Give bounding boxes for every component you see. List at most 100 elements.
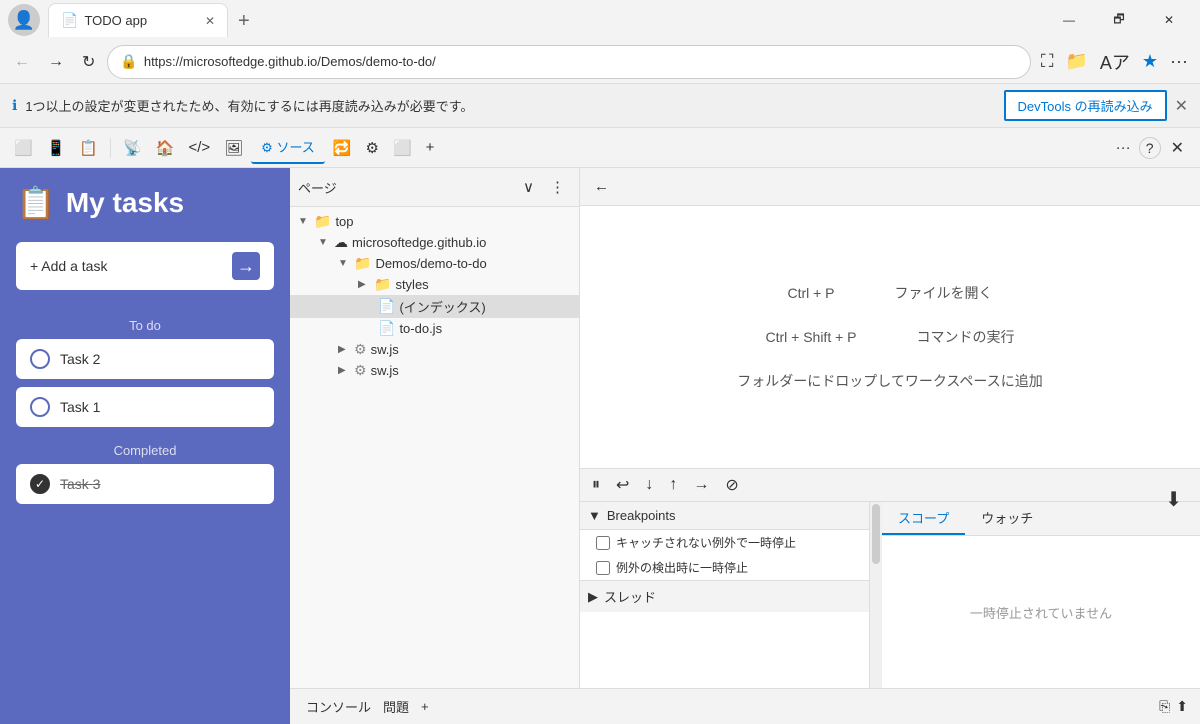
todo-section-completed: Completed <box>16 443 274 458</box>
dt-performance-icon[interactable]: 🔁 <box>327 135 358 161</box>
forward-button[interactable]: → <box>42 49 70 75</box>
read-aloud-icon[interactable]: Aア <box>1096 45 1134 79</box>
tree-item-index[interactable]: 📄 (インデックス) <box>290 295 579 318</box>
devtools-reload-button[interactable]: DevTools の再読み込み <box>1004 90 1167 121</box>
maximize-button[interactable]: 🗗 <box>1096 4 1142 36</box>
scope-tab-scope[interactable]: スコープ <box>882 502 965 535</box>
minimize-button[interactable]: — <box>1046 4 1092 36</box>
bp-item-1: キャッチされない例外で一時停止 <box>580 530 869 555</box>
file-icon-sw1: ⚙ <box>354 341 367 358</box>
tree-label-styles: styles <box>395 277 428 292</box>
add-task-row[interactable]: + Add a task → <box>16 242 274 290</box>
add-task-button[interactable]: → <box>232 252 260 280</box>
notification-bar: ℹ 1つ以上の設定が変更されたため、有効にするには再度読み込みが必要です。 De… <box>0 84 1200 128</box>
todo-sidebar: 📋 My tasks + Add a task → To do Task 2 T… <box>0 168 290 724</box>
task-item-task3[interactable]: ✓ Task 3 <box>16 464 274 504</box>
folder-icon-top: 📁 <box>314 213 331 230</box>
dt-browser-icon[interactable]: ⬜ <box>387 135 418 161</box>
threads-header[interactable]: ▶ スレッド <box>580 581 869 612</box>
task-checkbox-task3[interactable]: ✓ <box>30 474 50 494</box>
tab-bar: 📄 TODO app ✕ + <box>48 3 1038 37</box>
console-tab-issues[interactable]: 問題 <box>379 695 413 718</box>
file-icon-sw2: ⚙ <box>354 362 367 379</box>
task-item-task1[interactable]: Task 1 <box>16 387 274 427</box>
debug-deactivate-btn[interactable]: ⊘ <box>721 473 742 497</box>
tree-item-todo-js[interactable]: 📄 to-do.js <box>290 318 579 339</box>
profile-avatar[interactable]: 👤 <box>8 4 40 36</box>
file-panel-dropdown[interactable]: ∨ <box>517 174 540 200</box>
console-tab-add[interactable]: + <box>417 697 433 716</box>
debug-step-over-btn[interactable]: ↩ <box>612 473 633 497</box>
tree-arrow-top: ▼ <box>298 216 310 227</box>
devtools-toolbar: ⬜ 📱 📋 📡 🏠 </> 🖼 ⚙ ソース 🔁 ⚙ ⬜ + ··· ? ✕ <box>0 128 1200 168</box>
scrollbar-thumb[interactable] <box>872 504 880 564</box>
dt-more-button[interactable]: ··· <box>1110 135 1137 160</box>
debug-step-btn[interactable]: → <box>689 474 713 496</box>
dt-elements-icon[interactable]: </> <box>182 135 216 160</box>
breakpoints-panel: ▼ Breakpoints キャッチされない例外で一時停止 例外の検出時に一時停… <box>580 502 870 688</box>
bp-checkbox-1[interactable] <box>596 536 610 550</box>
shortcut-row-1: Ctrl + P ファイルを開く <box>620 283 1160 303</box>
tree-item-sw2[interactable]: ▶ ⚙ sw.js <box>290 360 579 381</box>
tree-item-demos[interactable]: ▼ 📁 Demos/demo-to-do <box>290 253 579 274</box>
dt-network-icon[interactable]: 📡 <box>117 135 148 161</box>
back-button[interactable]: ← <box>8 49 36 75</box>
tree-item-sw1[interactable]: ▶ ⚙ sw.js <box>290 339 579 360</box>
dt-settings-icon[interactable]: ⚙ <box>359 135 384 161</box>
todo-header: 📋 My tasks <box>16 184 274 222</box>
bp-checkbox-2[interactable] <box>596 561 610 575</box>
task-checkbox-task2[interactable] <box>30 349 50 369</box>
dt-device-button[interactable]: 📱 <box>41 135 72 161</box>
more-icon[interactable]: ··· <box>1166 45 1192 79</box>
breakpoints-section-header[interactable]: ▼ Breakpoints <box>580 502 869 530</box>
browser-tab-todo[interactable]: 📄 TODO app ✕ <box>48 3 228 37</box>
close-button[interactable]: ✕ <box>1146 4 1192 36</box>
debugger-main: ▼ Breakpoints キャッチされない例外で一時停止 例外の検出時に一時停… <box>580 502 1200 688</box>
dt-close-button[interactable]: ✕ <box>1163 134 1192 162</box>
dt-tab-sources[interactable]: ⚙ ソース <box>251 131 325 164</box>
debugger-bottom: ⏸ ↩ ↓ ↑ → ⊘ ▼ Breakpoints <box>580 468 1200 688</box>
address-bar[interactable]: 🔒 https://microsoftedge.github.io/Demos/… <box>107 45 1030 79</box>
vertical-scrollbar[interactable] <box>870 502 882 688</box>
console-expand-btn[interactable]: ⬆ <box>1176 698 1188 715</box>
domain-icon: ☁ <box>334 234 348 251</box>
dt-help-button[interactable]: ? <box>1139 137 1161 159</box>
dt-sources-icon[interactable]: 🖼 <box>218 135 249 161</box>
new-tab-button[interactable]: + <box>230 6 258 37</box>
tree-label-top: top <box>335 214 353 229</box>
todo-app-icon: 📋 <box>16 184 56 222</box>
tree-item-styles[interactable]: ▶ 📁 styles <box>290 274 579 295</box>
editor-scope-area: ← Ctrl + P ファイルを開く Ctrl + Shift + P コマンド… <box>580 168 1200 688</box>
devtools-panels: ページ ∨ ⋮ ▼ 📁 top ▼ ☁ m <box>290 168 1200 688</box>
split-view-icon[interactable]: ⛶ <box>1037 45 1058 79</box>
favorites-icon[interactable]: ★ <box>1138 45 1162 79</box>
dt-inspect-button[interactable]: ⬜ <box>8 135 39 161</box>
download-icon-area: ⬇ <box>1159 483 1188 516</box>
editor-back-btn[interactable]: ← <box>588 174 615 199</box>
task-item-task2[interactable]: Task 2 <box>16 339 274 379</box>
nav-icons: ⛶ 📁 Aア ★ ··· <box>1037 45 1192 79</box>
collections-icon[interactable]: 📁 <box>1061 45 1091 79</box>
dt-plus-icon[interactable]: + <box>420 135 441 160</box>
notification-close-button[interactable]: ✕ <box>1175 96 1188 116</box>
scope-tab-watch[interactable]: ウォッチ <box>965 502 1049 535</box>
tab-close-button[interactable]: ✕ <box>205 14 215 28</box>
scope-panel: スコープ ウォッチ 一時停止されていません <box>882 502 1200 688</box>
debug-step-out-btn[interactable]: ↑ <box>665 474 681 496</box>
console-undock-btn[interactable]: ⎘ <box>1159 698 1170 715</box>
tree-item-domain[interactable]: ▼ ☁ microsoftedge.github.io <box>290 232 579 253</box>
debug-step-into-btn[interactable]: ↓ <box>641 474 657 496</box>
task-checkbox-task1[interactable] <box>30 397 50 417</box>
file-panel-more[interactable]: ⋮ <box>544 174 571 200</box>
tree-item-top[interactable]: ▼ 📁 top <box>290 211 579 232</box>
dt-home-icon[interactable]: 🏠 <box>150 135 181 161</box>
todo-title: My tasks <box>66 187 184 219</box>
shortcut-row-2: Ctrl + Shift + P コマンドの実行 <box>620 327 1160 347</box>
console-tab-console[interactable]: コンソール <box>302 695 375 718</box>
refresh-button[interactable]: ↻ <box>76 48 101 76</box>
debug-pause-btn[interactable]: ⏸ <box>588 474 604 496</box>
tree-label-index: (インデックス) <box>399 297 485 316</box>
download-icon[interactable]: ⬇ <box>1159 483 1188 516</box>
dt-page-btn[interactable]: 📋 <box>73 135 104 161</box>
tree-arrow-demos: ▼ <box>338 258 350 269</box>
